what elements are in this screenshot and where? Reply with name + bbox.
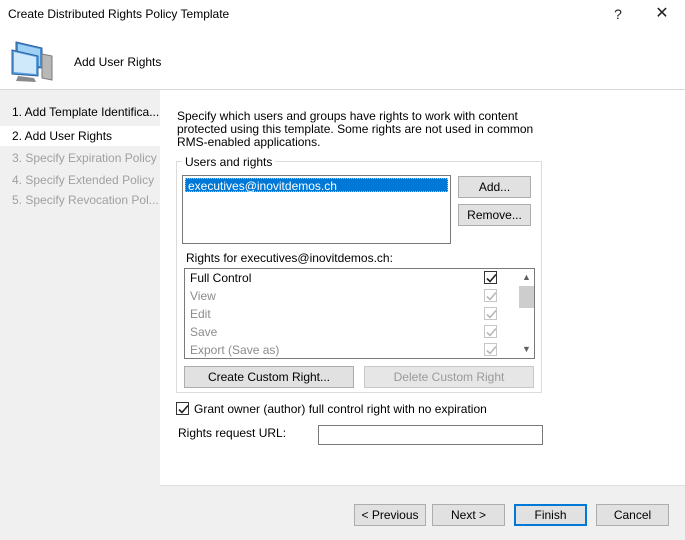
previous-button[interactable]: < Previous — [354, 504, 426, 526]
cancel-button[interactable]: Cancel — [596, 504, 669, 526]
full-control-checkbox[interactable] — [484, 271, 497, 284]
users-list[interactable]: executives@inovitdemos.ch — [182, 175, 451, 244]
edit-checkbox[interactable] — [484, 307, 497, 320]
right-row-edit[interactable]: Edit — [185, 305, 519, 323]
user-list-item[interactable]: executives@inovitdemos.ch — [185, 178, 448, 193]
delete-custom-right-button: Delete Custom Right — [364, 366, 534, 388]
right-name: View — [190, 289, 216, 303]
check-icon — [486, 327, 497, 337]
right-name: Save — [190, 325, 218, 339]
right-row-view[interactable]: View — [185, 287, 519, 305]
right-row-export[interactable]: Export (Save as) — [185, 341, 519, 358]
close-button[interactable]: ✕ — [642, 2, 682, 26]
grant-owner-label[interactable]: Grant owner (author) full control right … — [194, 402, 487, 416]
rights-request-url-input[interactable] — [318, 425, 543, 445]
check-icon — [486, 273, 497, 283]
right-row-save[interactable]: Save — [185, 323, 519, 341]
nav-step-add-template-identification[interactable]: 1. Add Template Identifica... — [0, 102, 160, 122]
nav-step-add-user-rights[interactable]: 2. Add User Rights — [0, 126, 160, 146]
users-and-rights-legend: Users and rights — [182, 155, 276, 169]
right-name: Export (Save as) — [190, 343, 280, 357]
remove-button[interactable]: Remove... — [458, 204, 531, 226]
view-checkbox[interactable] — [484, 289, 497, 302]
nav-step-expiration-policy: 3. Specify Expiration Policy — [12, 151, 157, 165]
rights-scrollbar[interactable]: ▲ ▼ — [518, 269, 534, 358]
right-row-full-control[interactable]: Full Control — [185, 269, 519, 287]
save-checkbox[interactable] — [484, 325, 497, 338]
rights-request-url-label: Rights request URL: — [178, 426, 287, 440]
page-title: Add User Rights — [74, 55, 162, 69]
finish-button[interactable]: Finish — [514, 504, 587, 526]
nav-step-revocation-policy: 5. Specify Revocation Pol... — [12, 193, 159, 207]
right-name: Edit — [190, 307, 211, 321]
export-checkbox[interactable] — [484, 343, 497, 356]
scroll-up-icon[interactable]: ▲ — [518, 269, 534, 286]
computer-monitor-icon — [8, 36, 58, 86]
rights-list[interactable]: Full Control View Edit Save Export (Save… — [184, 268, 535, 359]
scroll-thumb[interactable] — [519, 286, 534, 308]
title-bar: Create Distributed Rights Policy Templat… — [0, 0, 685, 28]
help-button[interactable]: ? — [598, 2, 638, 26]
wizard-header: Add User Rights — [0, 28, 685, 90]
add-button[interactable]: Add... — [458, 176, 531, 198]
next-button[interactable]: Next > — [432, 504, 505, 526]
check-icon — [178, 404, 189, 414]
grant-owner-checkbox[interactable] — [176, 402, 189, 415]
check-icon — [486, 309, 497, 319]
check-icon — [486, 345, 497, 355]
scroll-down-icon[interactable]: ▼ — [518, 341, 534, 358]
rights-for-label: Rights for executives@inovitdemos.ch: — [186, 251, 393, 265]
page-description: Specify which users and groups have righ… — [177, 109, 534, 149]
right-name: Full Control — [190, 271, 252, 285]
check-icon — [486, 291, 497, 301]
nav-step-extended-policy: 4. Specify Extended Policy — [12, 173, 155, 187]
window-title: Create Distributed Rights Policy Templat… — [8, 7, 230, 21]
wizard-steps: 1. Add Template Identifica... 2. Add Use… — [0, 90, 160, 540]
create-custom-right-button[interactable]: Create Custom Right... — [184, 366, 354, 388]
